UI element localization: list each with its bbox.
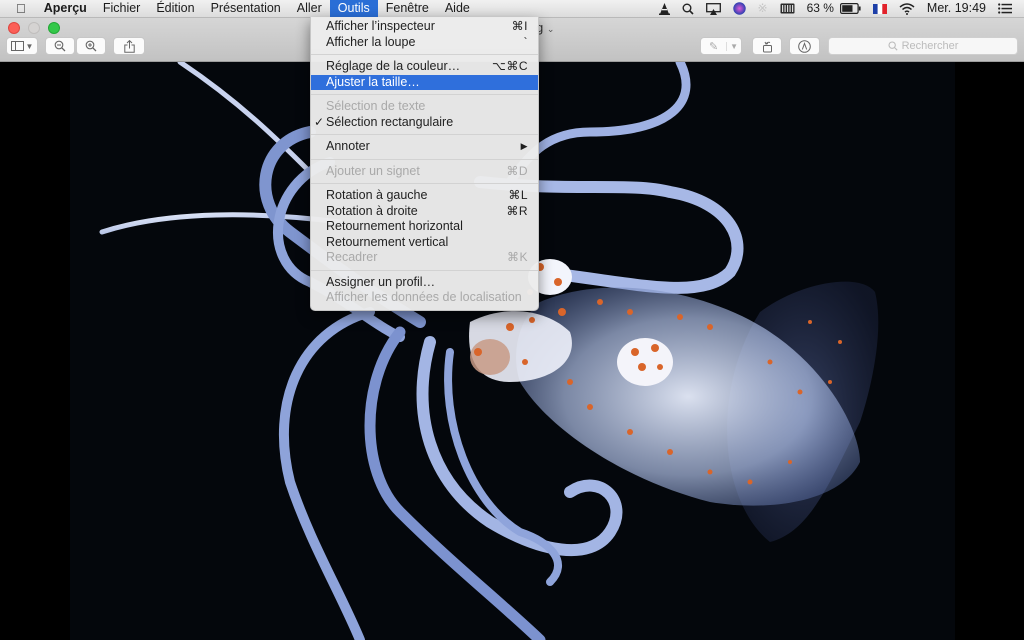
zoom-out-icon [54,40,66,52]
menu-item-label: Ajuster la taille… [326,74,420,89]
menu-item-retournement-vertical[interactable]: Retournement vertical [311,235,538,251]
sidebar-toggle-button[interactable]: ▼ [6,37,38,55]
menu-item-label: Retournement vertical [326,234,449,249]
close-window-button[interactable] [8,22,20,34]
menu-item-afficher-inspecteur[interactable]: Afficher l’inspecteur ⌘I [311,19,538,35]
menu-item-annoter[interactable]: Annoter ▶ [311,139,538,155]
zoom-out-button[interactable] [45,37,75,55]
menu-item-label: Recadrer [326,250,378,264]
apple-menu[interactable]:  [0,0,36,17]
menu-item-label: Afficher les données de localisation [326,290,522,304]
menu-item-label: Afficher la loupe [326,34,416,49]
menu-item-donnees-localisation: Afficher les données de localisation [311,290,538,306]
wifi-icon[interactable] [893,2,921,15]
checkmark-icon: ✓ [314,114,325,129]
menu-item-assigner-profil[interactable]: Assigner un profil… [311,275,538,291]
menubar-clock[interactable]: Mer. 19:49 [921,0,992,17]
menu-item-shortcut: ⌥⌘C [492,59,528,73]
vlc-icon[interactable] [653,2,676,15]
markup-icon [798,39,811,53]
menu-fichier[interactable]: Fichier [95,0,149,17]
menu-separator [311,94,538,95]
menu-item-ajuster-taille[interactable]: Ajuster la taille… [311,74,538,90]
menu-item-label: Réglage de la couleur… [326,59,461,73]
menu-separator [311,158,538,160]
zoom-in-button[interactable] [76,37,106,55]
search-field[interactable]: Rechercher [828,37,1018,55]
memory-icon[interactable] [774,3,801,14]
menu-item-label: Rotation à droite [326,203,418,218]
menu-separator [311,134,538,135]
share-icon [123,39,135,53]
search-placeholder: Rechercher [901,40,959,52]
pen-chevron-icon: ▼ [726,41,738,51]
spotlight-search-icon[interactable] [676,3,700,15]
menu-item-label: Ajouter un signet [326,163,420,178]
zoom-in-icon [85,40,97,52]
menu-item-label: Afficher l’inspecteur [326,19,435,33]
menu-separator [311,54,538,55]
menu-item-label: Assigner un profil… [326,274,436,289]
title-chevron-icon[interactable]: ⌄ [547,24,555,34]
menu-item-shortcut: ⌘D [506,163,528,178]
search-icon [888,41,898,51]
airplay-icon[interactable] [700,2,727,15]
menu-item-rotation-droite[interactable]: Rotation à droite ⌘R [311,204,538,220]
rotate-button[interactable] [752,37,782,55]
bluetooth-icon[interactable]: ※ [752,0,774,17]
tools-dropdown-menu: Afficher l’inspecteur ⌘I Afficher la loup… [310,17,539,311]
menu-bar:  Aperçu Fichier Édition Présentation Al… [0,0,1024,18]
menu-item-rotation-gauche[interactable]: Rotation à gauche ⌘L [311,188,538,204]
menu-edition[interactable]: Édition [148,0,202,17]
submenu-arrow-icon: ▶ [520,141,528,151]
menu-item-shortcut: ⌘L [508,188,528,202]
battery-icon[interactable] [839,3,867,14]
menu-aller[interactable]: Aller [289,0,330,17]
menu-item-label: Sélection rectangulaire [326,114,454,129]
menu-item-shortcut: ⌘K [506,250,528,264]
sidebar-icon [10,41,24,51]
minimize-window-button[interactable] [28,22,40,34]
chevron-down-icon: ▼ [25,41,34,51]
menu-item-reglage-couleur[interactable]: Réglage de la couleur… ⌥⌘C [311,59,538,75]
markup-pen-button[interactable]: ✎ ▼ [700,37,742,55]
flag-fr-icon[interactable] [867,3,893,14]
menu-item-label: Rotation à gauche [326,188,428,202]
menu-fenetre[interactable]: Fenêtre [378,0,437,17]
menu-item-selection-rectangulaire[interactable]: ✓ Sélection rectangulaire [311,115,538,131]
menu-item-ajouter-signet: Ajouter un signet ⌘D [311,164,538,180]
menu-item-shortcut: ⌘R [506,203,528,218]
menu-presentation[interactable]: Présentation [203,0,289,17]
menu-item-shortcut: ` [523,34,528,49]
menu-item-label: Annoter [326,139,370,153]
menu-item-recadrer: Recadrer ⌘K [311,250,538,266]
notification-center-icon[interactable] [992,3,1024,14]
menu-separator [311,269,538,271]
siri-icon[interactable] [727,2,752,15]
fullscreen-window-button[interactable] [48,22,60,34]
menu-separator [311,183,538,184]
share-button[interactable] [113,37,145,55]
menu-item-label: Retournement horizontal [326,219,463,233]
menu-item-selection-texte: Sélection de texte [311,99,538,115]
menu-item-afficher-loupe[interactable]: Afficher la loupe ` [311,35,538,51]
window-controls [8,22,60,34]
apple-logo-icon:  [16,1,26,16]
menu-item-shortcut: ⌘I [511,19,528,33]
app-menu-apercu[interactable]: Aperçu [36,0,95,17]
battery-percent[interactable]: 63 % [801,0,840,17]
markup-toolbar-button[interactable] [789,37,820,55]
menu-item-retournement-horizontal[interactable]: Retournement horizontal [311,219,538,235]
menu-outils[interactable]: Outils [329,0,378,17]
rotate-icon [762,41,772,52]
pen-icon: ✎ [709,40,719,53]
menu-aide[interactable]: Aide [437,0,478,17]
menu-item-label: Sélection de texte [326,99,426,113]
